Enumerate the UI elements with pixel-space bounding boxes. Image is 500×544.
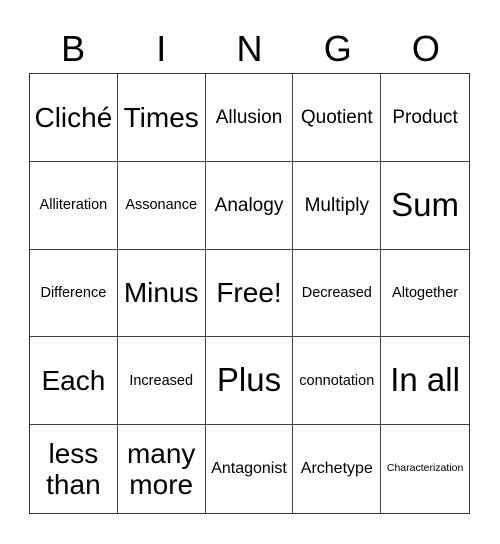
bingo-cell[interactable]: many more	[118, 425, 206, 513]
bingo-cell[interactable]: Minus	[117, 249, 206, 338]
bingo-cell[interactable]: Allusion	[205, 74, 294, 162]
bingo-header: B I N G O	[29, 28, 470, 70]
cell-label: Characterization	[386, 462, 464, 475]
bingo-cell[interactable]: Cliché	[30, 74, 118, 162]
cell-label: Quotient	[300, 106, 373, 128]
bingo-cell[interactable]: Alliteration	[30, 161, 118, 250]
cell-label: Antagonist	[211, 460, 287, 478]
cell-label: In all	[390, 361, 460, 399]
cell-label: Plus	[216, 361, 282, 399]
cell-label: Free!	[216, 277, 282, 309]
bingo-cell[interactable]: Antagonist	[206, 425, 294, 513]
cell-label: Altogether	[392, 284, 459, 301]
cell-label: connotation	[299, 372, 375, 389]
cell-label: Cliché	[34, 101, 113, 133]
header-letter-n: N	[236, 28, 263, 69]
bingo-cell[interactable]: Archetype	[293, 425, 382, 513]
cell-label: Increased	[129, 372, 194, 389]
cell-label: Alliteration	[39, 197, 108, 214]
bingo-cell[interactable]: Characterization	[381, 425, 469, 513]
free-space-cell[interactable]: Free!	[205, 249, 294, 338]
cell-label: Assonance	[125, 197, 198, 214]
bingo-cell[interactable]: Sum	[381, 162, 469, 250]
header-letter-i: I	[156, 28, 167, 69]
cell-label: Decreased	[301, 284, 372, 301]
bingo-cell[interactable]: less than	[30, 425, 118, 513]
bingo-cell[interactable]: In all	[381, 337, 469, 426]
cell-label: Allusion	[215, 106, 283, 128]
bingo-cell[interactable]: Increased	[117, 337, 206, 426]
bingo-cell[interactable]: connotation	[293, 337, 382, 426]
cell-label: Analogy	[214, 194, 284, 216]
cell-label: many more	[126, 437, 196, 501]
bingo-cell[interactable]: Multiply	[293, 161, 382, 250]
cell-label: Difference	[40, 284, 107, 301]
cell-label: Sum	[391, 185, 460, 223]
bingo-cell[interactable]: Analogy	[205, 161, 294, 250]
bingo-card-grid: Cliché Times Allusion Quotient Product A…	[29, 73, 470, 514]
bingo-cell[interactable]: Times	[117, 74, 206, 162]
header-letter-o: O	[411, 28, 440, 69]
cell-label: Minus	[123, 277, 199, 309]
bingo-cell[interactable]: Product	[381, 74, 469, 162]
cell-label: Multiply	[304, 194, 369, 216]
bingo-cell[interactable]: Each	[30, 337, 118, 426]
bingo-cell[interactable]: Quotient	[293, 74, 382, 162]
bingo-cell[interactable]: Plus	[205, 337, 294, 426]
cell-label: Each	[41, 365, 106, 397]
cell-label: Times	[123, 101, 199, 133]
header-letter-b: B	[61, 28, 86, 69]
cell-label: Archetype	[300, 460, 373, 478]
bingo-cell[interactable]: Assonance	[117, 161, 206, 250]
bingo-cell[interactable]: Difference	[30, 249, 118, 338]
bingo-cell[interactable]: Altogether	[381, 250, 469, 338]
cell-label: less than	[46, 437, 101, 501]
cell-label: Product	[392, 106, 458, 128]
bingo-cell[interactable]: Decreased	[293, 249, 382, 338]
header-letter-g: G	[323, 28, 352, 69]
